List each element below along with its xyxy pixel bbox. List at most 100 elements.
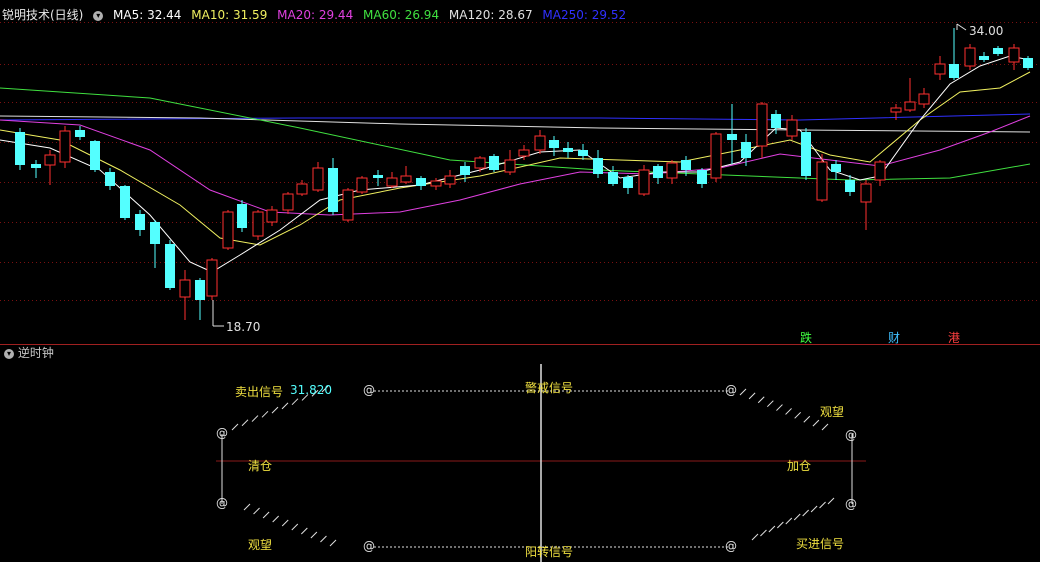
chevron-down-icon[interactable]: ▾ [4, 348, 14, 359]
candle-body-down [237, 204, 247, 228]
buy-signal-label: 买进信号 [796, 537, 845, 551]
hatch-stroke [291, 523, 299, 531]
ma5-label: MA5: 32.44 [113, 8, 182, 22]
candle-body-up [860, 183, 872, 203]
candle-body-up [934, 63, 946, 75]
hatch-stroke [281, 402, 289, 410]
sell-signal-label: 卖出信号 [235, 385, 284, 399]
sell-signal-value: 31.820 [290, 383, 332, 397]
candle-body-down [993, 48, 1003, 54]
ma250-line [0, 113, 1031, 121]
hatch-stroke [262, 511, 270, 519]
candle-body-up [504, 159, 516, 173]
candle-body-down [90, 141, 100, 170]
node-bottom-left: @ [363, 539, 375, 553]
bullish-signal-label: 阳转信号 [525, 545, 574, 559]
chevron-down-icon[interactable]: ▾ [93, 10, 104, 21]
badge-hk[interactable]: 港 [948, 329, 960, 346]
candle-body-down [578, 150, 588, 156]
candle-body-down [681, 160, 691, 170]
node-left-bottom: @ [216, 496, 228, 510]
ma250-label: MA250: 29.52 [542, 8, 627, 22]
ma120-label: MA120: 28.67 [448, 8, 533, 22]
candle-body-up [964, 47, 976, 67]
candle-body-down [563, 148, 573, 152]
candle-body-down [1023, 58, 1033, 68]
candlesticks [15, 28, 1033, 320]
main-candlestick-chart[interactable] [0, 0, 1040, 345]
hatch-stroke [827, 497, 835, 505]
candle-body-up [786, 119, 798, 137]
candle-body-down [845, 180, 855, 192]
high-marker-tick [956, 23, 967, 31]
candle-body-up [386, 177, 398, 187]
indicator-name: 逆时钟 [17, 346, 54, 360]
node-right-top: @ [845, 428, 857, 442]
candle-body-up [266, 209, 278, 223]
hatch-stroke [748, 392, 756, 400]
hatch-stroke [810, 505, 818, 513]
candle-body-down [623, 177, 633, 188]
ma20-label: MA20: 29.44 [277, 8, 354, 22]
hatch-stroke [329, 539, 337, 547]
candle-body-up [400, 175, 412, 183]
hatch-stroke [272, 515, 280, 523]
candle-body-down [150, 222, 160, 244]
candle-body-up [44, 154, 56, 166]
hatch-stroke [253, 507, 260, 515]
hatch-stroke [766, 400, 774, 408]
hatch-stroke [300, 527, 308, 535]
candle-body-down [31, 164, 41, 168]
candle-body-up [356, 177, 368, 193]
hatch-stroke [776, 404, 783, 411]
candle-body-down [75, 130, 85, 137]
candle-body-down [608, 172, 618, 184]
low-price-label: 18.70 [226, 320, 261, 334]
indicator-panel-title[interactable]: ▾ 逆时钟 [4, 344, 54, 361]
hatch-stroke [241, 419, 249, 427]
chart-header: 锐明技术(日线) ▾ MA5: 32.44 MA10: 31.59 MA20: … [2, 6, 632, 23]
candle-body-up [59, 130, 71, 163]
node-top-left: @ [363, 383, 375, 397]
candle-body-up [1008, 47, 1020, 63]
candle-body-down [105, 172, 115, 186]
candle-body-up [534, 135, 546, 151]
badge-finance[interactable]: 财 [888, 329, 900, 346]
node-right-bottom: @ [845, 497, 857, 511]
candle-body-up [874, 161, 886, 181]
hatch-stroke [320, 535, 327, 543]
candle-body-down [195, 280, 205, 300]
candle-body-down [489, 156, 499, 170]
ma10-line [0, 71, 1031, 246]
hatch-stroke [794, 411, 802, 419]
candle-body-down [697, 170, 707, 184]
candle-body-down [328, 168, 338, 212]
hatch-stroke [271, 406, 279, 414]
candle-body-down [831, 164, 841, 172]
hatch-stroke [751, 533, 759, 541]
candle-body-up [638, 169, 650, 195]
price-extreme-marks [212, 23, 967, 327]
clear-position-label: 清仓 [248, 459, 273, 473]
candle-body-down [979, 56, 989, 60]
hatch-stroke [757, 396, 765, 404]
hatch-stroke [793, 513, 801, 521]
node-left-top: @ [216, 426, 228, 440]
hatch-stroke [760, 529, 767, 537]
hatch-stroke [812, 419, 820, 427]
ma10-label: MA10: 31.59 [191, 8, 268, 22]
hatch-stroke [281, 519, 289, 527]
badge-fall[interactable]: 跌 [800, 329, 812, 346]
candle-body-up [222, 211, 234, 249]
candle-body-up [518, 149, 530, 157]
hatch-segments [231, 385, 835, 547]
candle-body-down [801, 132, 811, 176]
candle-body-down [416, 178, 426, 186]
add-position-label: 加仓 [787, 459, 812, 473]
candle-body-down [135, 214, 145, 230]
hatch-stroke [243, 503, 251, 511]
candle-body-up [179, 279, 191, 298]
candle-body-up [890, 107, 902, 113]
stock-title[interactable]: 锐明技术(日线) [2, 8, 83, 22]
node-top-right: @ [725, 383, 737, 397]
